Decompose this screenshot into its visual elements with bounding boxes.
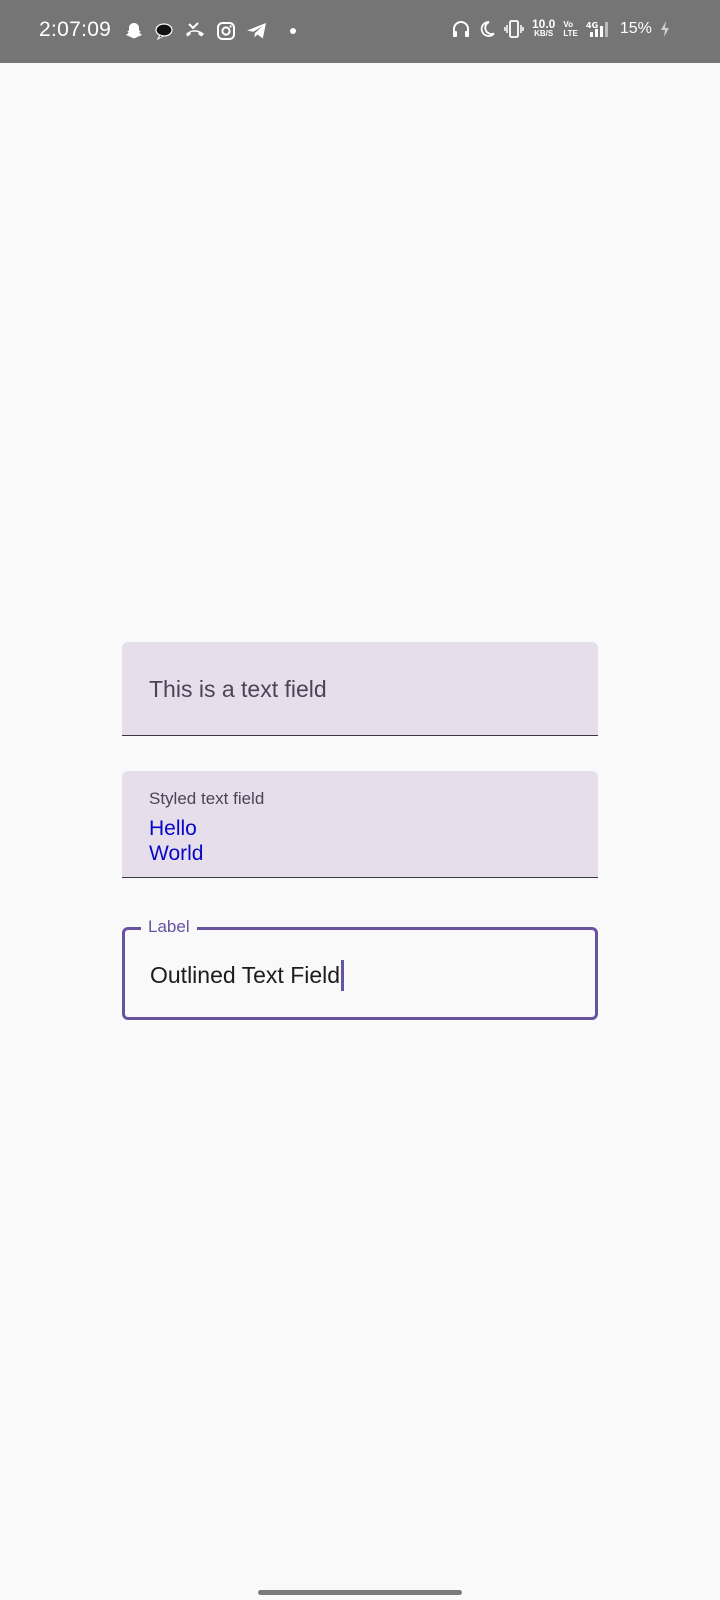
network-speed-unit: KB/S: [534, 29, 554, 38]
vibrate-icon: [504, 20, 524, 38]
headphones-icon: [452, 20, 470, 38]
svg-text:4G: 4G: [586, 21, 598, 30]
text-field[interactable]: This is a text field: [122, 642, 598, 736]
volte-top: Vo: [563, 20, 573, 29]
status-time: 2:07:09: [39, 18, 112, 41]
network-speed: 10.0 KB/S: [532, 17, 556, 39]
network-speed-value: 10.0: [532, 17, 556, 31]
missed-call-icon: [184, 21, 206, 41]
volte-bottom: LTE: [563, 29, 578, 38]
do-not-disturb-icon: [478, 20, 496, 38]
battery-charging-icon: [660, 20, 670, 38]
signal-4g-icon: 4G: [586, 20, 610, 38]
home-gesture-bar[interactable]: [258, 1590, 462, 1595]
outlined-text-field[interactable]: Outlined Text Field: [122, 927, 598, 1020]
styled-text-field-label: Styled text field: [149, 789, 265, 808]
styled-text-field[interactable]: Styled text field Hello World: [122, 771, 598, 878]
notification-icons: [124, 21, 296, 41]
outlined-text-field-value: Outlined Text Field: [150, 962, 341, 988]
status-bar: 2:07:09 10.0 KB/S Vo LTE 4G 15%: [0, 0, 720, 63]
styled-text-field-value: Hello World: [149, 817, 204, 865]
battery-percent: 15%: [619, 20, 652, 37]
volte-icon: Vo LTE: [563, 20, 578, 38]
more-dot-icon: [290, 28, 296, 34]
chat-bubble-icon: [154, 21, 174, 41]
outlined-text-field-value-wrapper: Outlined Text Field: [150, 960, 345, 991]
system-icons: 10.0 KB/S Vo LTE 4G 15%: [452, 17, 670, 39]
telegram-icon: [246, 21, 268, 41]
text-field-value: This is a text field: [149, 676, 327, 702]
outlined-text-field-label: Label: [141, 917, 197, 937]
text-cursor: [341, 960, 345, 991]
snapchat-icon: [124, 21, 144, 41]
instagram-icon: [216, 21, 236, 41]
